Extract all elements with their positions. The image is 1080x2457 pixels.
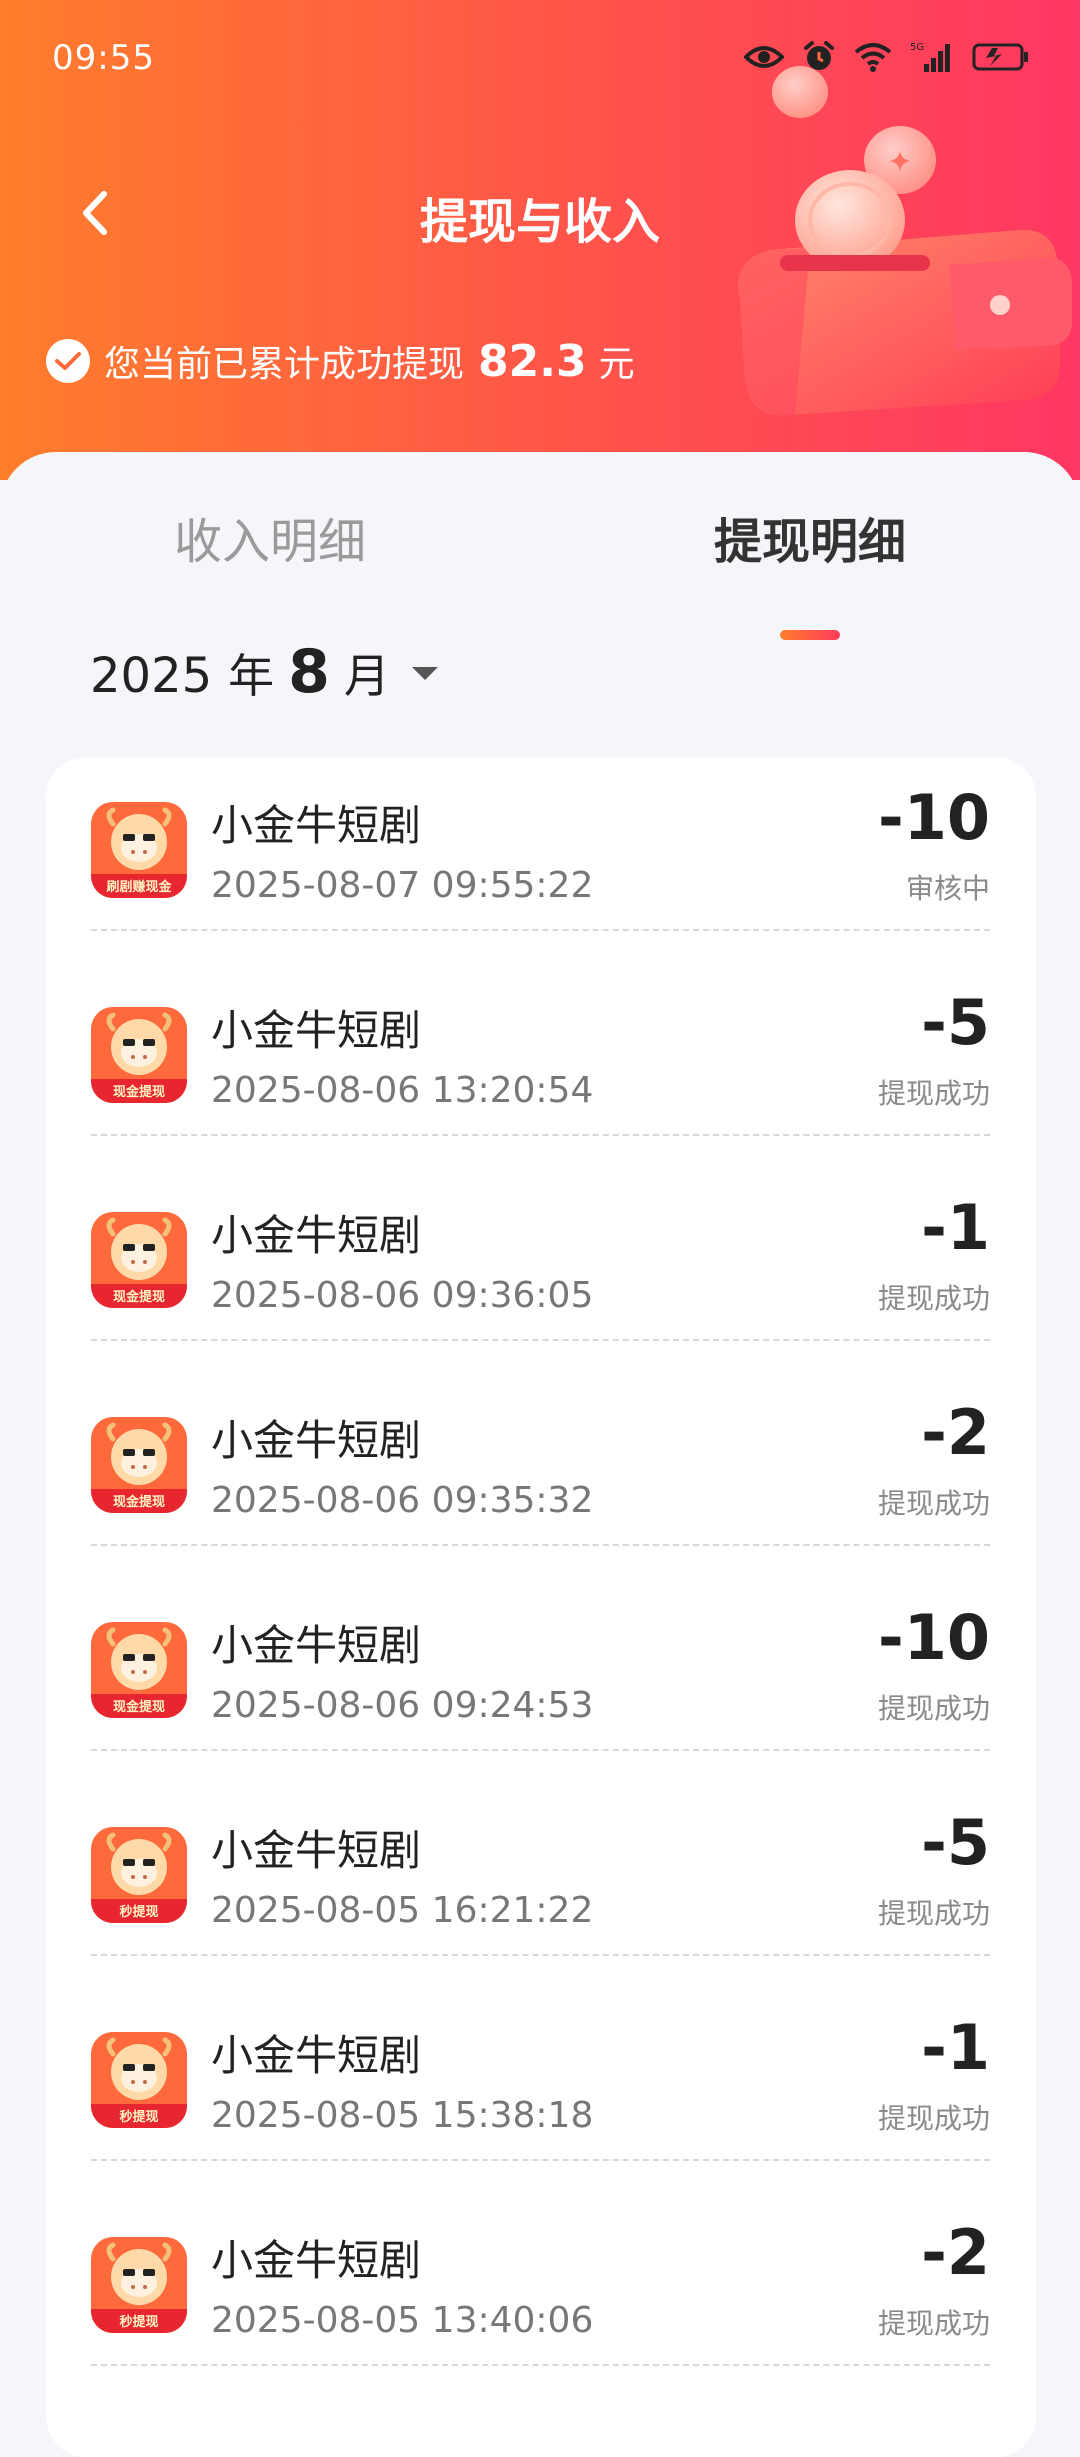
app-icon-badge: 刷剧赚现金	[106, 879, 172, 895]
record-title: 小金牛短剧	[211, 801, 422, 850]
tab-bar: 收入明细 提现明细	[0, 502, 1080, 640]
content-sheet: 收入明细 提现明细 2025 年 8 月 刷剧赚现金 小金牛短剧 2025-08…	[0, 452, 1080, 2457]
status-time: 09:55	[52, 38, 155, 78]
record-time: 2025-08-06 09:35:32	[211, 1480, 594, 1521]
record-status: 提现成功	[877, 1692, 990, 1725]
header: 09:55 5G 提现与收入 ✦ 您当前已累计成功提现 82.3 元	[0, 0, 1080, 480]
month-picker-month-label: 月	[343, 649, 390, 703]
summary-prefix: 您当前已累计成功提现	[104, 344, 465, 385]
tab-withdraw-details[interactable]: 提现明细	[540, 502, 1080, 572]
record-time: 2025-08-06 09:36:05	[211, 1275, 594, 1316]
dashed-divider	[91, 2364, 990, 2366]
app-icon: 现金提现	[91, 1622, 187, 1718]
record-title: 小金牛短剧	[211, 2236, 422, 2285]
record-status: 提现成功	[877, 2307, 990, 2340]
withdraw-record[interactable]: 现金提现 小金牛短剧 2025-08-06 09:35:32 -2 提现成功	[46, 1372, 1036, 1577]
record-amount: -2	[921, 1396, 990, 1469]
dashed-divider	[91, 1134, 990, 1136]
app-icon: 秒提现	[91, 1827, 187, 1923]
record-title: 小金牛短剧	[211, 1416, 422, 1465]
record-amount: -10	[877, 781, 990, 854]
record-amount: -5	[921, 1806, 990, 1879]
caret-down-icon	[411, 667, 438, 680]
app-icon: 秒提现	[91, 2032, 187, 2128]
summary-amount: 82.3	[478, 335, 587, 387]
withdraw-record[interactable]: 现金提现 小金牛短剧 2025-08-06 09:24:53 -10 提现成功	[46, 1577, 1036, 1782]
record-status: 提现成功	[877, 1282, 990, 1315]
tab-income-details[interactable]: 收入明细	[0, 502, 540, 572]
network-label: 5G	[910, 42, 924, 53]
record-time: 2025-08-05 15:38:18	[211, 2095, 594, 2136]
withdraw-record[interactable]: 秒提现 小金牛短剧 2025-08-05 13:40:06 -2 提现成功	[46, 2192, 1036, 2397]
app-icon-badge: 现金提现	[113, 1699, 165, 1715]
record-time: 2025-08-05 13:40:06	[211, 2300, 594, 2341]
withdraw-record[interactable]: 现金提现 小金牛短剧 2025-08-06 09:36:05 -1 提现成功	[46, 1167, 1036, 1372]
month-picker-year-label: 年	[228, 649, 275, 703]
record-status: 提现成功	[877, 1897, 990, 1930]
app-icon-badge: 现金提现	[113, 1084, 165, 1100]
withdraw-record[interactable]: 秒提现 小金牛短剧 2025-08-05 16:21:22 -5 提现成功	[46, 1782, 1036, 1987]
record-title: 小金牛短剧	[211, 1621, 422, 1670]
record-status: 提现成功	[877, 2102, 990, 2135]
app-icon-badge: 秒提现	[119, 2314, 158, 2330]
record-amount: -10	[877, 1601, 990, 1674]
record-amount: -1	[921, 1191, 990, 1264]
record-amount: -5	[921, 986, 990, 1059]
record-time: 2025-08-07 09:55:22	[211, 865, 594, 906]
dashed-divider	[91, 2159, 990, 2161]
summary-unit: 元	[598, 344, 635, 385]
month-picker-year: 2025	[90, 648, 213, 704]
record-status: 审核中	[905, 872, 990, 905]
app-icon: 现金提现	[91, 1417, 187, 1513]
withdraw-record-list: 刷剧赚现金 小金牛短剧 2025-08-07 09:55:22 -10 审核中 …	[46, 757, 1036, 2397]
record-time: 2025-08-06 13:20:54	[211, 1070, 594, 1111]
app-icon: 现金提现	[91, 1007, 187, 1103]
svg-text:✦: ✦	[887, 145, 912, 180]
app-icon: 秒提现	[91, 2237, 187, 2333]
month-picker-month: 8	[288, 637, 330, 707]
active-tab-indicator	[780, 630, 840, 640]
dashed-divider	[91, 1339, 990, 1341]
month-picker[interactable]: 2025 年 8 月	[90, 637, 438, 707]
app-icon-badge: 现金提现	[113, 1494, 165, 1510]
withdraw-record[interactable]: 现金提现 小金牛短剧 2025-08-06 13:20:54 -5 提现成功	[46, 962, 1036, 1167]
withdraw-record-card: 刷剧赚现金 小金牛短剧 2025-08-07 09:55:22 -10 审核中 …	[46, 757, 1036, 2457]
record-time: 2025-08-05 16:21:22	[211, 1890, 594, 1931]
dashed-divider	[91, 1544, 990, 1546]
app-icon-badge: 现金提现	[113, 1289, 165, 1305]
dashed-divider	[91, 929, 990, 931]
withdraw-record[interactable]: 刷剧赚现金 小金牛短剧 2025-08-07 09:55:22 -10 审核中	[46, 757, 1036, 962]
withdraw-record[interactable]: 秒提现 小金牛短剧 2025-08-05 15:38:18 -1 提现成功	[46, 1987, 1036, 2192]
record-status: 提现成功	[877, 1487, 990, 1520]
record-amount: -2	[921, 2216, 990, 2289]
record-title: 小金牛短剧	[211, 2031, 422, 2080]
record-amount: -1	[921, 2011, 990, 2084]
record-status: 提现成功	[877, 1077, 990, 1110]
withdraw-summary: 您当前已累计成功提现 82.3 元	[46, 335, 635, 387]
record-time: 2025-08-06 09:24:53	[211, 1685, 594, 1726]
check-circle-icon	[46, 339, 90, 383]
app-icon-badge: 秒提现	[119, 2109, 158, 2125]
dashed-divider	[91, 1749, 990, 1751]
app-icon-badge: 秒提现	[119, 1904, 158, 1920]
dashed-divider	[91, 1954, 990, 1956]
app-icon: 现金提现	[91, 1212, 187, 1308]
record-title: 小金牛短剧	[211, 1826, 422, 1875]
wallet-illustration: ✦	[738, 66, 1072, 416]
app-icon: 刷剧赚现金	[91, 802, 187, 898]
record-title: 小金牛短剧	[211, 1211, 422, 1260]
record-title: 小金牛短剧	[211, 1006, 422, 1055]
